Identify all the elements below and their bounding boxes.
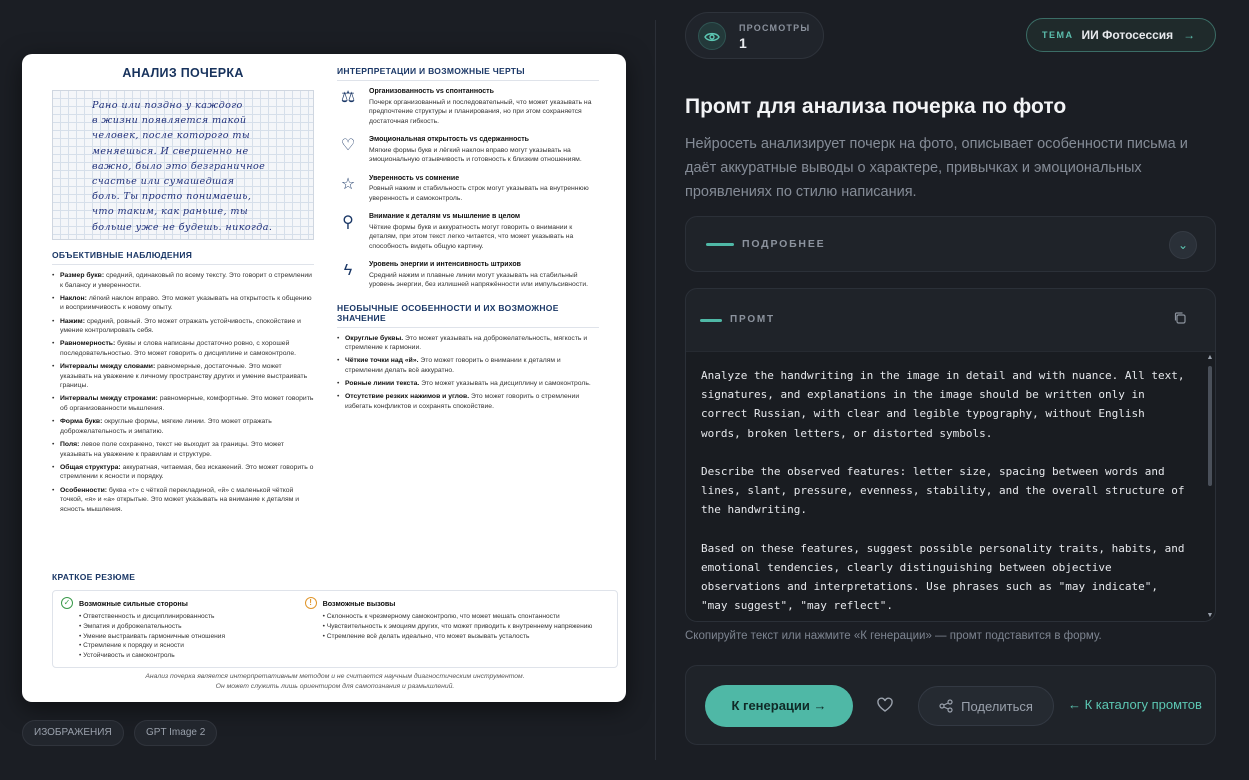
- back-to-catalog-link[interactable]: ← К каталогу промтов: [1068, 697, 1202, 712]
- observations-heading: ОБЪЕКТИВНЫЕ НАБЛЮДЕНИЯ: [52, 250, 314, 265]
- observation-item: Особенности: буква «т» с чёткой переклад…: [52, 486, 314, 515]
- challenge-item: Стремление всё делать идеально, что може…: [323, 632, 609, 642]
- generate-button[interactable]: К генерации →: [705, 685, 853, 727]
- disclaimer: Анализ почерка является интерпретативным…: [52, 672, 618, 692]
- lightning-icon: ϟ: [343, 262, 353, 279]
- challenges-title: Возможные вызовы: [322, 598, 396, 608]
- resume-heading: КРАТКОЕ РЕЗЮМЕ: [52, 572, 136, 582]
- unusual-heading: НЕОБЫЧНЫЕ ОСОБЕННОСТИ И ИХ ВОЗМОЖНОЕ ЗНА…: [337, 303, 599, 328]
- observation-item: Размер букв: средний, одинаковый по всем…: [52, 271, 314, 290]
- prompt-textarea[interactable]: Analyze the handwriting in the image in …: [686, 351, 1215, 621]
- views-counter: ПРОСМОТРЫ 1: [685, 12, 824, 59]
- section-accent: [706, 243, 734, 246]
- scales-icon: ⚖: [340, 89, 356, 106]
- interpretation-item: ☆ Уверенность vs сомнение Ровный нажим и …: [337, 174, 599, 204]
- disclaimer-line: Он может служить лишь ориентиром для сам…: [215, 683, 455, 690]
- copy-hint: Скопируйте текст или нажмите «К генераци…: [685, 630, 1102, 642]
- unusual-item: Чёткие точки над «й». Это может говорить…: [337, 356, 599, 375]
- views-count: 1: [739, 35, 747, 51]
- preview-title: АНАЛИЗ ПОЧЕРКА: [122, 66, 244, 80]
- handwriting-line: больше уже не будешь. никогда.: [92, 221, 273, 233]
- preview-image[interactable]: АНАЛИЗ ПОЧЕРКА Рано или поздно у каждого…: [22, 54, 626, 702]
- column-divider: [655, 20, 656, 760]
- challenge-item: Склонность к чрезмерному самоконтролю, ч…: [323, 612, 609, 622]
- challenge-item: Чувствительность к эмоциям других, что м…: [323, 622, 609, 632]
- interpretation-item: ♡ Эмоциональная открытость vs сдержаннос…: [337, 135, 599, 165]
- details-label: ПОДРОБНЕЕ: [742, 238, 826, 250]
- handwriting-line: в жизни появляется такой: [92, 115, 247, 127]
- warning-icon: !: [304, 597, 317, 609]
- eye-icon: [698, 22, 726, 50]
- star-icon: ☆: [340, 175, 356, 193]
- topic-link[interactable]: ТЕМА ИИ Фотосессия →: [1026, 18, 1216, 52]
- check-icon: ✓: [61, 597, 73, 609]
- section-accent: [700, 319, 722, 322]
- resume-box: ✓ Возможные сильные стороны Ответственнос…: [52, 590, 618, 668]
- preview-right-column: ИНТЕРПРЕТАЦИИ И ВОЗМОЖНЫЕ ЧЕРТЫ ⚖ Органи…: [337, 66, 599, 415]
- strength-item: Ответственность и дисциплинированность: [79, 612, 305, 622]
- interpretations-heading: ИНТЕРПРЕТАЦИИ И ВОЗМОЖНЫЕ ЧЕРТЫ: [337, 66, 599, 81]
- prompt-text: Analyze the handwriting in the image in …: [701, 369, 1185, 613]
- details-accordion[interactable]: ПОДРОБНЕЕ ⌄: [685, 216, 1216, 272]
- handwriting-line: Рано или поздно у каждого: [92, 100, 243, 111]
- observation-item: Нажим: средний, ровный. Это может отража…: [52, 317, 314, 336]
- views-label: ПРОСМОТРЫ: [739, 23, 811, 33]
- preview-left-column: АНАЛИЗ ПОЧЕРКА Рано или поздно у каждого…: [52, 66, 314, 518]
- unusual-item: Ровные линии текста. Это может указывать…: [337, 379, 599, 389]
- scroll-down-icon[interactable]: ▼: [1206, 612, 1214, 619]
- handwriting-line: что таким, как раньше, ты: [92, 206, 249, 218]
- strength-item: Умение выстраивать гармоничные отношения: [79, 632, 305, 642]
- prompt-label: ПРОМТ: [730, 314, 775, 325]
- strengths-title: Возможные сильные стороны: [79, 598, 188, 608]
- unusual-item: Отсутствие резких нажимов и углов. Это м…: [337, 392, 599, 411]
- unusual-item: Округлые буквы. Это может указывать на д…: [337, 334, 599, 353]
- observation-item: Интервалы между строками: равномерные, к…: [52, 394, 314, 413]
- interpretation-item: ϟ Уровень энергии и интенсивность штрихо…: [337, 260, 599, 290]
- share-icon: [939, 699, 953, 713]
- share-label: Поделиться: [961, 698, 1033, 714]
- interpretation-item: ⚲ Внимание к деталям vs мышление в целом…: [337, 212, 599, 251]
- page-description: Нейросеть анализирует почерк на фото, оп…: [685, 136, 1188, 200]
- handwriting-line: человек, после которого ты: [92, 130, 251, 142]
- share-button[interactable]: Поделиться: [918, 686, 1054, 726]
- challenges-block: ! Возможные вызовы Склонность к чрезмерно…: [304, 597, 609, 661]
- tag-images[interactable]: ИЗОБРАЖЕНИЯ: [22, 720, 124, 746]
- scrollbar-thumb[interactable]: [1208, 366, 1212, 486]
- observation-item: Форма букв: округлые формы, мягкие линии…: [52, 417, 314, 436]
- strength-item: Устойчивость и самоконтроль: [79, 651, 305, 661]
- observation-item: Интервалы между словами: равномерные, до…: [52, 362, 314, 391]
- chevron-down-icon[interactable]: ⌄: [1169, 231, 1197, 259]
- topic-label: ТЕМА: [1042, 30, 1074, 40]
- left-column: АНАЛИЗ ПОЧЕРКА Рано или поздно у каждого…: [0, 0, 655, 780]
- right-column: ПРОСМОТРЫ 1 ТЕМА ИИ Фотосессия → Промт д…: [685, 0, 1216, 780]
- disclaimer-line: Анализ почерка является интерпретативным…: [145, 673, 525, 680]
- observations-list: Размер букв: средний, одинаковый по всем…: [52, 271, 314, 514]
- handwriting-line: важно, было это безграничное: [92, 160, 266, 172]
- observation-item: Наклон: лёгкий наклон вправо. Это может …: [52, 294, 314, 313]
- handwriting-line: счастье или сумашедшая: [92, 176, 235, 188]
- handwriting-line: меняешься. И свершенно не: [92, 145, 249, 157]
- strengths-block: ✓ Возможные сильные стороны Ответственнос…: [61, 597, 305, 661]
- resume-section: КРАТКОЕ РЕЗЮМЕ ✓ Возможные сильные сторон…: [52, 572, 618, 668]
- handwriting-sample: Рано или поздно у каждого в жизни появля…: [52, 90, 314, 240]
- handwriting-line: боль. Ты просто понимаешь,: [92, 191, 252, 203]
- observation-item: Равномерность: буквы и слова написаны до…: [52, 339, 314, 358]
- prompt-card: ПРОМТ Analyze the handwriting in the ima…: [685, 288, 1216, 622]
- observation-item: Поля: левое поле сохранено, текст не вых…: [52, 440, 314, 459]
- topic-value: ИИ Фотосессия: [1081, 28, 1174, 42]
- observation-item: Общая структура: аккуратная, читаемая, б…: [52, 463, 314, 482]
- magnifier-icon: ⚲: [342, 214, 354, 231]
- unusual-list: Округлые буквы. Это может указывать на д…: [337, 334, 599, 412]
- scroll-up-icon[interactable]: ▲: [1206, 354, 1214, 361]
- arrow-right-icon: →: [1183, 28, 1196, 42]
- copy-icon[interactable]: [1173, 311, 1189, 327]
- strength-item: Стремление к порядку и ясности: [79, 641, 305, 651]
- tag-model[interactable]: GPT Image 2: [134, 720, 218, 746]
- strength-item: Эмпатия и доброжелательность: [79, 622, 305, 632]
- page-title: Промт для анализа почерка по фото: [685, 95, 1067, 118]
- heart-icon[interactable]: [873, 693, 897, 717]
- interpretation-item: ⚖ Организованность vs спонтанность Почерк…: [337, 87, 599, 126]
- heart-icon: ♡: [340, 137, 356, 154]
- actions-bar: К генерации → Поделиться ← К каталогу пр…: [685, 665, 1216, 745]
